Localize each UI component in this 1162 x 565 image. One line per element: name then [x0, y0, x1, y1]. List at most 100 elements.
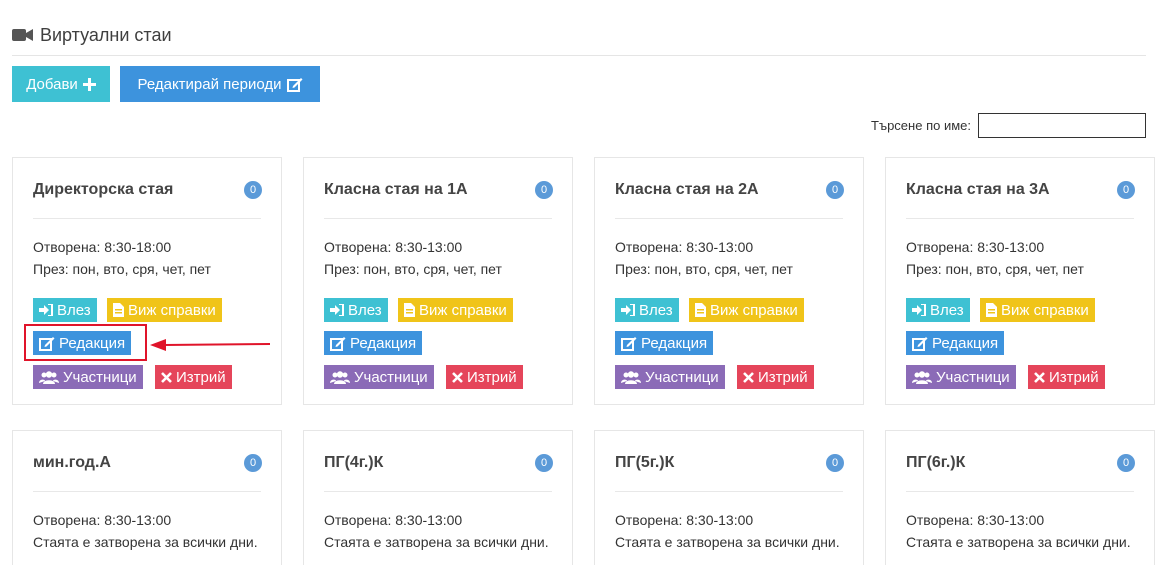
room-card: мин.год.А 0 Отворена: 8:30-13:00 Стаята е з… [12, 430, 282, 565]
room-open-hours: Отворена: 8:30-13:00 [906, 239, 1045, 255]
room-card: ПГ(5г.)К 0 Отворена: 8:30-13:00 Стаята е за… [594, 430, 864, 565]
add-button[interactable]: Добави [12, 66, 110, 102]
card-divider [906, 491, 1134, 492]
delete-button[interactable]: Изтрий [155, 365, 232, 389]
header-divider [12, 55, 1146, 56]
edit-icon [912, 336, 928, 351]
room-open-hours: Отворена: 8:30-13:00 [324, 239, 463, 255]
sign-in-icon [912, 304, 926, 316]
room-days: През: пон, вто, сря, чет, пет [324, 261, 502, 277]
delete-button[interactable]: Изтрий [1028, 365, 1105, 389]
view-reports-button[interactable]: Виж справки [689, 298, 804, 322]
delete-label: Изтрий [467, 368, 517, 386]
room-days: Стаята е затворена за всички дни. [33, 534, 258, 550]
room-title: мин.год.А [33, 454, 111, 471]
delete-button[interactable]: Изтрий [737, 365, 814, 389]
room-open-hours: Отворена: 8:30-13:00 [906, 512, 1045, 528]
users-icon [39, 370, 59, 384]
edit-icon [621, 336, 637, 351]
card-divider [324, 491, 552, 492]
users-icon [621, 370, 641, 384]
edit-periods-button[interactable]: Редактирай периоди [120, 66, 320, 102]
view-reports-button[interactable]: Виж справки [980, 298, 1095, 322]
room-title: ПГ(6г.)К [906, 454, 966, 471]
edit-room-button[interactable]: Редакция [615, 331, 714, 355]
room-open-hours: Отворена: 8:30-13:00 [324, 512, 463, 528]
view-reports-label: Виж справки [710, 301, 798, 319]
view-reports-label: Виж справки [128, 301, 216, 319]
enter-button[interactable]: Влез [33, 298, 97, 322]
arrow-left-icon [150, 339, 271, 351]
edit-room-label: Редакция [350, 334, 417, 352]
participant-count-badge: 0 [535, 181, 553, 199]
search-input[interactable] [978, 113, 1146, 138]
room-days: През: пон, вто, сря, чет, пет [906, 261, 1084, 277]
document-icon [695, 303, 706, 317]
participants-label: Участници [354, 368, 428, 386]
delete-label: Изтрий [758, 368, 808, 386]
edit-room-label: Редакция [932, 334, 999, 352]
room-title: Класна стая на 2А [615, 181, 759, 198]
participants-label: Участници [936, 368, 1010, 386]
room-title: Класна стая на 1А [324, 181, 468, 198]
users-icon [912, 370, 932, 384]
delete-button[interactable]: Изтрий [446, 365, 523, 389]
room-open-hours: Отворена: 8:30-13:00 [615, 512, 754, 528]
highlight-box [24, 324, 147, 361]
enter-button[interactable]: Влез [906, 298, 970, 322]
participants-button[interactable]: Участници [33, 365, 143, 389]
close-icon [452, 371, 463, 383]
room-days: Стаята е затворена за всички дни. [615, 534, 840, 550]
edit-room-button[interactable]: Редакция [906, 331, 1005, 355]
participants-label: Участници [645, 368, 719, 386]
room-days: Стаята е затворена за всички дни. [324, 534, 549, 550]
enter-button[interactable]: Влез [324, 298, 388, 322]
close-icon [1034, 371, 1045, 383]
sign-in-icon [39, 304, 53, 316]
users-icon [330, 370, 350, 384]
room-days: През: пон, вто, сря, чет, пет [615, 261, 793, 277]
close-icon [743, 371, 754, 383]
participants-button[interactable]: Участници [324, 365, 434, 389]
participant-count-badge: 0 [1117, 181, 1135, 199]
room-title: ПГ(5г.)К [615, 454, 675, 471]
delete-label: Изтрий [1049, 368, 1099, 386]
participants-button[interactable]: Участници [906, 365, 1016, 389]
room-open-hours: Отворена: 8:30-13:00 [33, 512, 172, 528]
participant-count-badge: 0 [826, 181, 844, 199]
room-open-hours: Отворена: 8:30-13:00 [615, 239, 754, 255]
page-header: Виртуални стаи [12, 22, 172, 48]
edit-room-button[interactable]: Редакция [324, 331, 423, 355]
enter-label: Влез [639, 301, 673, 319]
enter-button[interactable]: Влез [615, 298, 679, 322]
enter-label: Влез [348, 301, 382, 319]
participants-button[interactable]: Участници [615, 365, 725, 389]
view-reports-button[interactable]: Виж справки [107, 298, 222, 322]
room-open-hours: Отворена: 8:30-18:00 [33, 239, 172, 255]
sign-in-icon [330, 304, 344, 316]
card-divider [33, 491, 261, 492]
view-reports-label: Виж справки [419, 301, 507, 319]
room-title: Директорска стая [33, 181, 174, 198]
room-title: ПГ(4г.)К [324, 454, 384, 471]
room-card: Класна стая на 1А 0 Отворена: 8:30-13:00 Пр… [303, 157, 573, 405]
participant-count-badge: 0 [244, 181, 262, 199]
participant-count-badge: 0 [535, 454, 553, 472]
participant-count-badge: 0 [1117, 454, 1135, 472]
close-icon [161, 371, 172, 383]
document-icon [986, 303, 997, 317]
room-card: Класна стая на 3А 0 Отворена: 8:30-13:00 Пр… [885, 157, 1155, 405]
room-card: ПГ(4г.)К 0 Отворена: 8:30-13:00 Стаята е за… [303, 430, 573, 565]
edit-icon [286, 77, 303, 92]
page-title: Виртуални стаи [40, 24, 172, 45]
search-bar: Търсене по име: [871, 113, 1146, 138]
enter-label: Влез [930, 301, 964, 319]
delete-label: Изтрий [176, 368, 226, 386]
room-card: Класна стая на 2А 0 Отворена: 8:30-13:00 Пр… [594, 157, 864, 405]
card-divider [615, 491, 843, 492]
room-card: ПГ(6г.)К 0 Отворена: 8:30-13:00 Стаята е за… [885, 430, 1155, 565]
card-divider [324, 218, 552, 219]
sign-in-icon [621, 304, 635, 316]
view-reports-button[interactable]: Виж справки [398, 298, 513, 322]
plus-icon [82, 77, 96, 91]
